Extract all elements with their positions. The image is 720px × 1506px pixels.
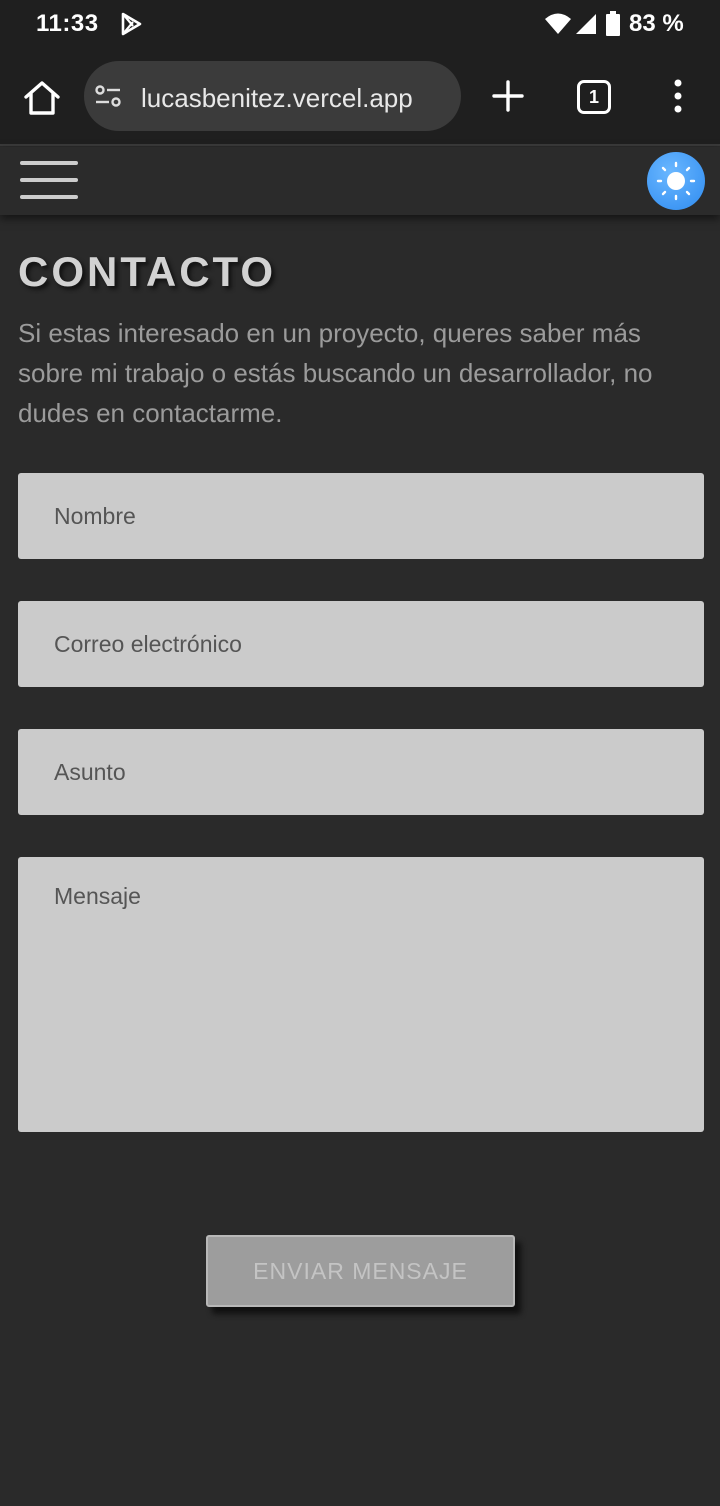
play-store-icon (121, 12, 142, 36)
signal-icon (576, 14, 596, 34)
new-tab-icon[interactable] (490, 78, 526, 114)
address-bar[interactable]: lucasbenitez.vercel.app (84, 61, 461, 131)
site-header (0, 147, 720, 215)
site-settings-icon[interactable] (94, 83, 124, 109)
url-text[interactable]: lucasbenitez.vercel.app (141, 83, 413, 114)
battery-percentage: 83 % (629, 10, 684, 37)
page-title: CONTACTO (18, 248, 277, 295)
subject-input[interactable]: Asunto (18, 729, 704, 815)
send-message-button[interactable]: ENVIAR MENSAJE (206, 1235, 515, 1307)
tab-switcher-button[interactable]: 1 (577, 80, 611, 114)
sun-icon (656, 161, 696, 201)
status-bar: 11:33 83 % (0, 0, 720, 48)
status-time: 11:33 (36, 10, 99, 37)
browser-toolbar: lucasbenitez.vercel.app 1 (0, 48, 720, 146)
hamburger-menu-icon[interactable] (20, 161, 78, 201)
name-input[interactable]: Nombre (18, 473, 704, 559)
message-textarea[interactable]: Mensaje (18, 857, 704, 1132)
battery-icon (606, 11, 620, 36)
wifi-icon (545, 13, 571, 34)
home-icon[interactable] (22, 78, 62, 118)
email-input[interactable]: Correo electrónico (18, 601, 704, 687)
theme-toggle-button[interactable] (647, 152, 705, 210)
more-options-icon[interactable] (668, 78, 688, 114)
page-description: Si estas interesado en un proyecto, quer… (18, 318, 653, 428)
